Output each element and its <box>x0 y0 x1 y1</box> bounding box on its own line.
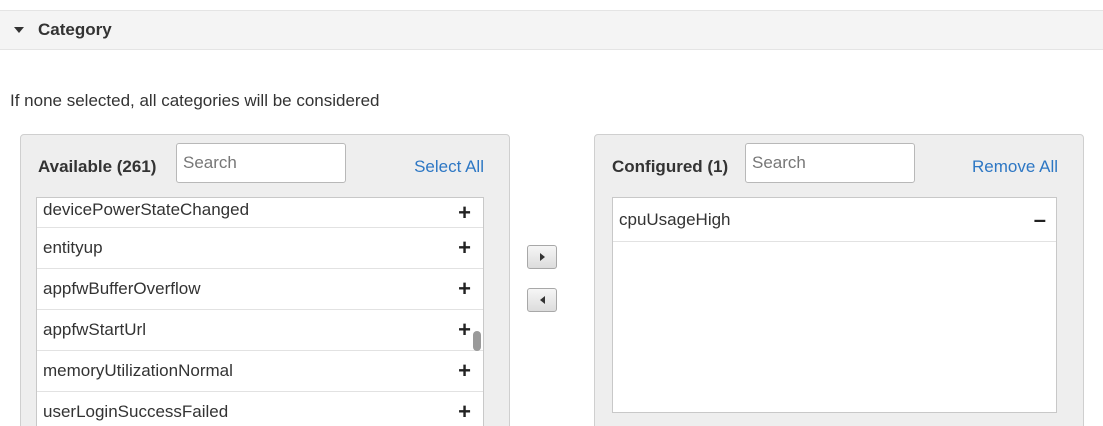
arrow-left-icon <box>539 296 545 304</box>
list-item-label: entityup <box>43 238 103 257</box>
list-item[interactable]: userLoginSuccessFailed + <box>37 392 483 426</box>
configured-search-input[interactable] <box>745 143 915 183</box>
list-item-label: appfwStartUrl <box>43 320 146 339</box>
list-item-label: appfwBufferOverflow <box>43 279 201 298</box>
select-all-link[interactable]: Select All <box>414 157 484 177</box>
list-item[interactable]: devicePowerStateChanged + <box>37 198 483 228</box>
available-list-scrollbar[interactable] <box>473 331 481 351</box>
available-list[interactable]: devicePowerStateChanged + entityup + app… <box>36 197 484 426</box>
list-item[interactable]: entityup + <box>37 228 483 269</box>
list-item[interactable]: appfwStartUrl + <box>37 310 483 351</box>
remove-all-link[interactable]: Remove All <box>972 157 1058 177</box>
category-hint-text: If none selected, all categories will be… <box>10 91 380 110</box>
available-panel-header: Available (261) Select All <box>21 135 509 197</box>
available-title: Available (261) <box>38 157 157 176</box>
arrow-right-icon <box>539 253 545 261</box>
configured-panel: Configured (1) Remove All cpuUsageHigh – <box>594 134 1084 426</box>
caret-down-icon[interactable] <box>14 27 24 33</box>
configured-panel-header: Configured (1) Remove All <box>595 135 1083 197</box>
add-icon[interactable]: + <box>458 276 471 302</box>
remove-icon[interactable]: – <box>1034 207 1046 233</box>
list-item[interactable]: memoryUtilizationNormal + <box>37 351 483 392</box>
add-icon[interactable]: + <box>458 235 471 261</box>
list-item[interactable]: cpuUsageHigh – <box>613 198 1056 242</box>
section-title: Category <box>38 20 112 39</box>
configured-list[interactable]: cpuUsageHigh – <box>612 197 1057 413</box>
move-left-button[interactable] <box>527 288 557 312</box>
available-panel: Available (261) Select All devicePowerSt… <box>20 134 510 426</box>
list-item-label: cpuUsageHigh <box>619 209 731 229</box>
category-section-header[interactable]: Category <box>0 10 1103 50</box>
configured-title: Configured (1) <box>612 157 729 176</box>
list-item-label: memoryUtilizationNormal <box>43 361 233 380</box>
move-right-button[interactable] <box>527 245 557 269</box>
add-icon[interactable]: + <box>458 317 471 343</box>
list-item-label: devicePowerStateChanged <box>43 200 250 219</box>
list-item[interactable]: appfwBufferOverflow + <box>37 269 483 310</box>
add-icon[interactable]: + <box>458 358 471 384</box>
add-icon[interactable]: + <box>458 200 471 226</box>
available-search-input[interactable] <box>176 143 346 183</box>
add-icon[interactable]: + <box>458 399 471 425</box>
list-item-label: userLoginSuccessFailed <box>43 402 229 421</box>
